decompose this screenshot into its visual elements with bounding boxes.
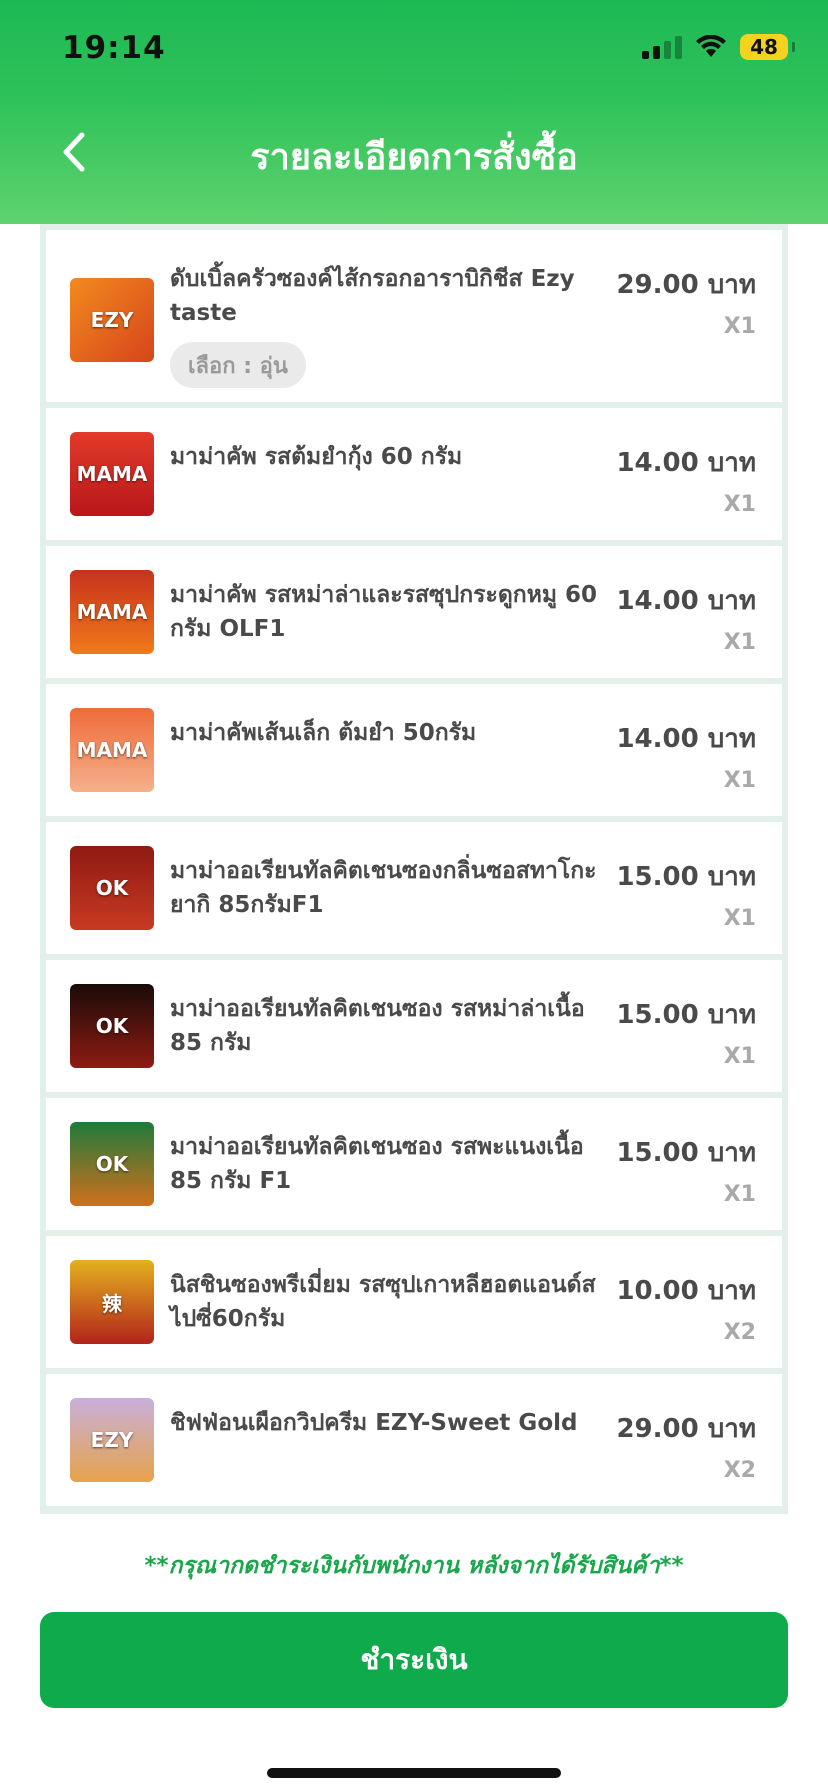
- item-name: มาม่าคัพ รสต้มยำกุ้ง 60 กรัม: [170, 444, 463, 470]
- page-title: รายละเอียดการสั่งซื้อ: [250, 137, 578, 178]
- item-name: นิสชินซองพรีเมี่ยม รสซุปเกาหลีฮอตแอนด์สไ…: [170, 1272, 596, 1332]
- wifi-icon: [696, 35, 726, 57]
- item-quantity: X2: [723, 1320, 756, 1345]
- order-item[interactable]: EZY ดับเบิ้ลครัวซองค์ไส้กรอกอาราบิกิชีส …: [46, 230, 782, 402]
- item-price: 14.00 บาท: [616, 586, 756, 616]
- product-image: OK: [70, 984, 154, 1068]
- product-image: MAMA: [70, 570, 154, 654]
- item-price: 15.00 บาท: [616, 1000, 756, 1030]
- order-item-list[interactable]: EZY ดับเบิ้ลครัวซองค์ไส้กรอกอาราบิกิชีส …: [40, 224, 788, 1514]
- home-indicator[interactable]: [267, 1768, 561, 1778]
- item-quantity: X1: [723, 314, 756, 339]
- payment-notice: **กรุณากดชำระเงินกับพนักงาน หลังจากได้รั…: [144, 1553, 684, 1579]
- item-name: ดับเบิ้ลครัวซองค์ไส้กรอกอาราบิกิชีส Ezy …: [170, 266, 575, 326]
- order-item[interactable]: MAMA มาม่าคัพ รสต้มยำกุ้ง 60 กรัม 14.00 …: [46, 408, 782, 540]
- product-image: OK: [70, 846, 154, 930]
- item-price: 15.00 บาท: [616, 862, 756, 892]
- product-image: EZY: [70, 1398, 154, 1482]
- item-quantity: X1: [723, 906, 756, 931]
- order-item[interactable]: OK มาม่าออเรียนทัลคิตเชนซองกลิ่นซอสทาโกะ…: [46, 822, 782, 954]
- product-image: 辣: [70, 1260, 154, 1344]
- battery-icon: 48: [740, 34, 795, 60]
- item-quantity: X1: [723, 768, 756, 793]
- item-quantity: X1: [723, 1182, 756, 1207]
- item-price: 14.00 บาท: [616, 448, 756, 478]
- item-name: มาม่าคัพเส้นเล็ก ต้มยำ 50กรัม: [170, 720, 477, 746]
- order-item[interactable]: 辣 นิสชินซองพรีเมี่ยม รสซุปเกาหลีฮอตแอนด์…: [46, 1236, 782, 1368]
- footer-bar: **กรุณากดชำระเงินกับพนักงาน หลังจากได้รั…: [0, 1514, 828, 1792]
- item-name: มาม่าออเรียนทัลคิตเชนซองกลิ่นซอสทาโกะยาก…: [170, 858, 597, 918]
- item-price: 29.00 บาท: [616, 270, 756, 300]
- item-price: 15.00 บาท: [616, 1138, 756, 1168]
- order-item[interactable]: OK มาม่าออเรียนทัลคิตเชนซอง รสพะแนงเนื้อ…: [46, 1098, 782, 1230]
- product-image: MAMA: [70, 432, 154, 516]
- status-time: 19:14: [62, 30, 166, 66]
- item-quantity: X2: [723, 1458, 756, 1483]
- item-name: ชิฟฟ่อนเผือกวิปครีม EZY-Sweet Gold: [170, 1410, 578, 1436]
- product-image: MAMA: [70, 708, 154, 792]
- item-quantity: X1: [723, 630, 756, 655]
- product-image: OK: [70, 1122, 154, 1206]
- status-icons: 48: [642, 34, 795, 60]
- order-item[interactable]: OK มาม่าออเรียนทัลคิตเชนซอง รสหม่าล่าเนื…: [46, 960, 782, 1092]
- header-bar: 19:14 48 รายละเอียดการสั่งซื้อ: [0, 0, 828, 224]
- product-image: EZY: [70, 278, 154, 362]
- item-price: 10.00 บาท: [616, 1276, 756, 1306]
- item-option-chip: เลือก : อุ่น: [170, 342, 306, 388]
- item-price: 14.00 บาท: [616, 724, 756, 754]
- item-price: 29.00 บาท: [616, 1414, 756, 1444]
- pay-button[interactable]: ชำระเงิน: [40, 1612, 788, 1708]
- item-name: มาม่าออเรียนทัลคิตเชนซอง รสหม่าล่าเนื้อ …: [170, 996, 585, 1056]
- item-name: มาม่าคัพ รสหม่าล่าและรสซุปกระดูกหมู 60 ก…: [170, 582, 598, 642]
- order-item[interactable]: MAMA มาม่าคัพเส้นเล็ก ต้มยำ 50กรัม 14.00…: [46, 684, 782, 816]
- item-quantity: X1: [723, 1044, 756, 1069]
- cellular-signal-icon: [642, 35, 682, 59]
- item-quantity: X1: [723, 492, 756, 517]
- item-name: มาม่าออเรียนทัลคิตเชนซอง รสพะแนงเนื้อ 85…: [170, 1134, 584, 1194]
- order-item[interactable]: EZY ชิฟฟ่อนเผือกวิปครีม EZY-Sweet Gold 2…: [46, 1374, 782, 1506]
- order-item[interactable]: MAMA มาม่าคัพ รสหม่าล่าและรสซุปกระดูกหมู…: [46, 546, 782, 678]
